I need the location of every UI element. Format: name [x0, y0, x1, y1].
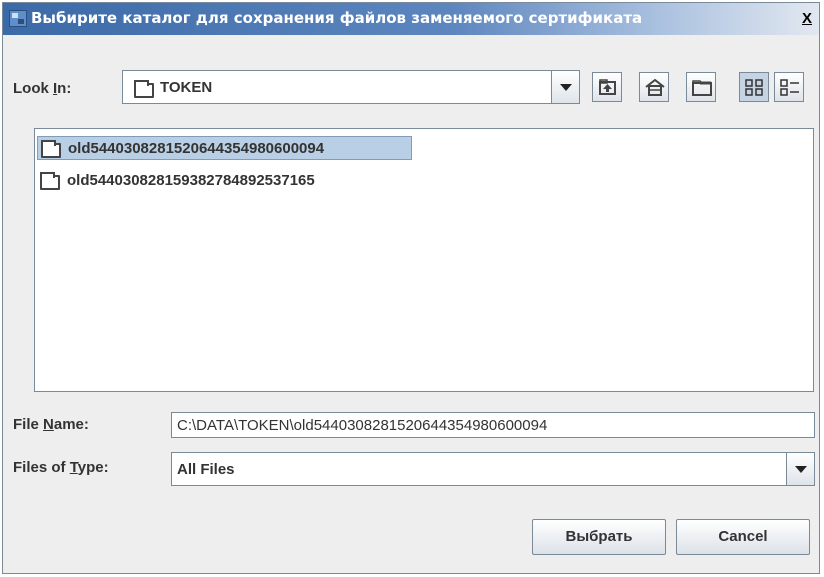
up-one-level-icon [599, 79, 616, 95]
chevron-down-icon[interactable] [786, 453, 814, 485]
home-button[interactable] [639, 72, 669, 102]
list-view-button[interactable] [739, 72, 769, 102]
up-one-level-button[interactable] [592, 72, 622, 102]
file-name-label-text: File [13, 416, 44, 433]
files-of-type-label: Files of Type: [13, 459, 109, 476]
look-in-label-suffix: n: [57, 80, 72, 97]
file-name-mnemonic: N [43, 416, 54, 433]
files-of-type-label-text: Files of [13, 459, 70, 476]
dialog-title: Выбирите каталог для сохранения файлов з… [31, 9, 643, 27]
look-in-combo[interactable]: TOKEN [122, 70, 580, 104]
file-name-label: File Name: [13, 416, 89, 433]
file-name-input[interactable] [172, 413, 814, 437]
details-view-icon [780, 79, 799, 96]
list-item[interactable]: old5440308281593827848925371​65 [37, 169, 412, 193]
look-in-value: TOKEN [160, 79, 213, 96]
files-of-type-label-suffix: ype: [77, 459, 109, 476]
home-icon [645, 78, 665, 96]
title-bar[interactable]: Выбирите каталог для сохранения файлов з… [3, 3, 819, 35]
list-view-icon [745, 79, 763, 96]
file-name-label-suffix: ame: [53, 416, 89, 433]
cancel-button[interactable]: Cancel [676, 519, 810, 555]
files-of-type-value: All Files [177, 461, 235, 478]
details-view-button[interactable] [774, 72, 804, 102]
folder-icon [40, 172, 60, 190]
java-app-icon [9, 10, 27, 27]
list-item-name: old5440308281520644354980600094 [68, 140, 325, 157]
file-name-field[interactable] [171, 412, 815, 438]
look-in-label: Look In: [13, 80, 71, 97]
files-of-type-combo[interactable]: All Files [171, 452, 815, 486]
list-item-name: old5440308281593827848925371​65 [67, 172, 315, 189]
file-chooser-dialog: Выбирите каталог для сохранения файлов з… [2, 2, 820, 574]
chevron-down-icon[interactable] [551, 71, 579, 103]
list-item[interactable]: old5440308281520644354980600094 [37, 136, 412, 160]
look-in-label-text: Look [13, 80, 53, 97]
folder-icon [41, 140, 61, 158]
folder-icon [134, 80, 154, 98]
close-button[interactable]: X [797, 9, 817, 29]
files-of-type-mnemonic: T [69, 459, 78, 476]
new-folder-button[interactable] [686, 72, 716, 102]
file-list[interactable]: old5440308281520644354980600094 old54403… [34, 128, 814, 392]
select-button[interactable]: Выбрать [532, 519, 666, 555]
new-folder-icon [692, 80, 712, 96]
